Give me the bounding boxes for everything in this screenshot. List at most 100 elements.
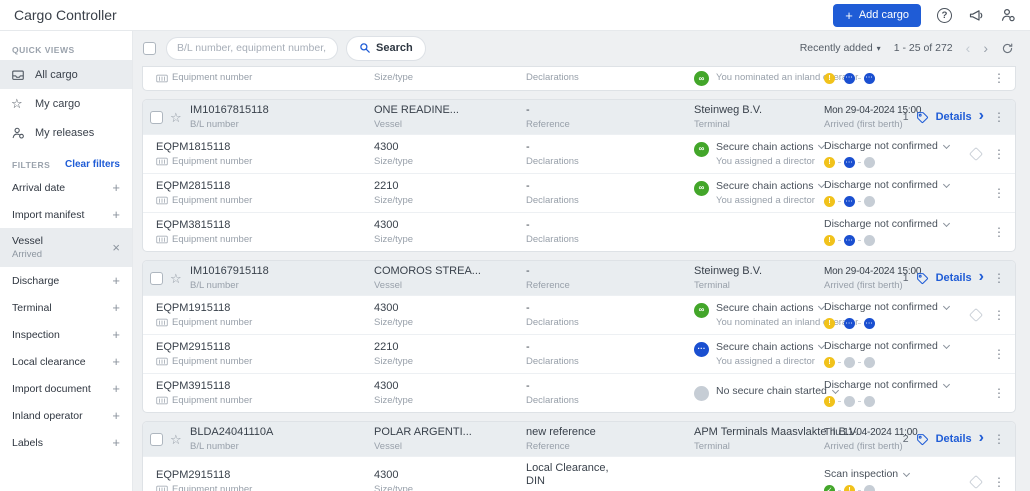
help-icon[interactable]: ?	[937, 8, 952, 23]
group-header-row[interactable]: ☆IM10167915118B/L numberCOMOROS STREA...…	[143, 261, 1015, 295]
refresh-icon[interactable]	[1001, 42, 1014, 55]
filter-import-document[interactable]: Import document+	[0, 375, 132, 402]
filter-vessel[interactable]: VesselArrived×	[0, 228, 132, 267]
announcements-icon[interactable]	[968, 7, 984, 23]
row-checkbox[interactable]	[150, 272, 163, 285]
select-all-checkbox[interactable]	[143, 42, 156, 55]
add-cargo-button[interactable]: + Add cargo	[833, 4, 921, 27]
filter-import-manifest[interactable]: Import manifest+	[0, 201, 132, 228]
details-link[interactable]: Details	[936, 433, 972, 445]
cell-label: Declarations	[526, 395, 694, 407]
equipment-cell: EQPM1915118Equipment number	[156, 302, 374, 329]
status-dropdown[interactable]: Scan inspection	[824, 468, 968, 481]
add-filter-icon[interactable]: +	[112, 382, 120, 395]
equipment-cell: EQPM2915118Equipment number	[156, 469, 374, 491]
add-filter-icon[interactable]: +	[112, 301, 120, 314]
row-menu-button[interactable]: ⋮	[991, 110, 1007, 124]
row-menu-button[interactable]: ⋮	[991, 147, 1007, 161]
add-filter-icon[interactable]: +	[112, 208, 120, 221]
equipment-row: EQPM1915118Equipment number4300Size/type…	[143, 295, 1015, 334]
cell-label: Declarations	[526, 156, 694, 168]
add-filter-icon[interactable]: +	[112, 436, 120, 449]
row-checkbox[interactable]	[150, 433, 163, 446]
filter-inspection[interactable]: Inspection+	[0, 321, 132, 348]
star-icon[interactable]: ☆	[170, 111, 182, 124]
row-menu-button[interactable]: ⋮	[991, 71, 1007, 85]
search-button[interactable]: Search	[346, 36, 426, 61]
open-group-chevron[interactable]: ›	[979, 108, 984, 124]
status-dropdown[interactable]: Discharge not confirmed	[824, 140, 968, 153]
status-dropdown[interactable]: Discharge not confirmed	[824, 218, 991, 231]
row-menu-button[interactable]: ⋮	[991, 225, 1007, 239]
add-filter-icon[interactable]: +	[112, 355, 120, 368]
next-page-button[interactable]: ›	[983, 41, 988, 55]
filter-discharge[interactable]: Discharge +	[0, 267, 132, 294]
sidebar-item-my-releases[interactable]: My releases	[0, 118, 132, 147]
cell-label: Declarations	[526, 195, 694, 207]
row-menu-button[interactable]: ⋮	[991, 432, 1007, 446]
remove-filter-icon[interactable]: ×	[112, 241, 120, 254]
status-dropdown[interactable]: Discharge not confirmed	[824, 179, 991, 192]
add-filter-icon[interactable]: +	[112, 181, 120, 194]
filter-arrival-date[interactable]: Arrival date +	[0, 174, 132, 201]
status-dropdown[interactable]: Discharge not confirmed	[824, 301, 968, 314]
cell-label: Arrived (first berth)	[824, 119, 903, 131]
cargo-list: Equipment numberSize/typeDeclarations∞Yo…	[133, 65, 1030, 491]
secure-chain-dropdown[interactable]: No secure chain started	[716, 385, 838, 398]
status-dropdown[interactable]: Discharge not confirmed	[824, 379, 991, 392]
star-icon[interactable]: ☆	[170, 433, 182, 446]
secure-chain-cell: No secure chain started	[694, 385, 824, 401]
pagination-range: 1 - 25 of 272	[894, 42, 953, 54]
details-link[interactable]: Details	[936, 111, 972, 123]
filter-local-clearance[interactable]: Local clearance+	[0, 348, 132, 375]
discharge-status-cell: Discharge not confirmed !···	[824, 179, 991, 207]
filter-labels[interactable]: Labels+	[0, 429, 132, 456]
badge-separator	[838, 323, 841, 324]
prev-page-button[interactable]: ‹	[966, 41, 971, 55]
cell-value: EQPM2915118	[156, 469, 374, 482]
row-select: ☆	[150, 433, 190, 446]
bl-number-cell: BLDA24041110AB/L number	[190, 426, 374, 453]
filter-text: Discharge	[12, 275, 59, 287]
row-actions: ⋮	[991, 347, 1007, 361]
secure-chain-dropdown[interactable]: Secure chain actions	[716, 180, 824, 193]
status-dropdown[interactable]: Discharge not confirmed	[824, 340, 991, 353]
clear-filters-link[interactable]: Clear filters	[65, 159, 120, 170]
row-menu-button[interactable]: ⋮	[991, 271, 1007, 285]
gray-status-badge	[844, 396, 855, 407]
row-menu-button[interactable]: ⋮	[991, 186, 1007, 200]
discharge-status-cell: Scan inspection✓!	[824, 468, 968, 491]
row-menu-button[interactable]: ⋮	[991, 308, 1007, 322]
details-link[interactable]: Details	[936, 272, 972, 284]
open-group-chevron[interactable]: ›	[979, 430, 984, 446]
group-header-row[interactable]: ☆IM10167815118B/L numberONE READINE...Ve…	[143, 100, 1015, 134]
cell-label: Size/type	[374, 484, 526, 491]
row-actions: ⋮	[991, 386, 1007, 400]
equipment-row: EQPM2915118Equipment number2210Size/type…	[143, 334, 1015, 373]
filter-label: Arrival date	[12, 182, 65, 194]
add-filter-icon[interactable]: +	[112, 274, 120, 287]
cell-value: 4300	[374, 380, 526, 393]
row-menu-button[interactable]: ⋮	[991, 386, 1007, 400]
group-header-row[interactable]: ☆BLDA24041110AB/L numberPOLAR ARGENTI...…	[143, 422, 1015, 456]
sort-dropdown[interactable]: Recently added ▾	[800, 42, 881, 54]
secure-chain-dropdown[interactable]: Secure chain actions	[716, 341, 824, 354]
row-select: ☆	[150, 272, 190, 285]
row-menu-button[interactable]: ⋮	[991, 475, 1007, 489]
add-filter-icon[interactable]: +	[112, 409, 120, 422]
add-filter-icon[interactable]: +	[112, 328, 120, 341]
account-icon[interactable]	[1000, 7, 1016, 23]
open-group-chevron[interactable]: ›	[979, 269, 984, 285]
search-input[interactable]	[166, 37, 338, 60]
filter-inland-operator[interactable]: Inland operator+	[0, 402, 132, 429]
star-icon[interactable]: ☆	[170, 272, 182, 285]
row-menu-button[interactable]: ⋮	[991, 347, 1007, 361]
filter-terminal[interactable]: Terminal+	[0, 294, 132, 321]
cell-value: 2210	[374, 180, 526, 193]
secure-chain-dropdown[interactable]: Secure chain actions	[716, 141, 824, 154]
sidebar-item-my-cargo[interactable]: ☆ My cargo	[0, 89, 132, 118]
sidebar-item-all-cargo[interactable]: All cargo	[0, 60, 132, 89]
row-checkbox[interactable]	[150, 111, 163, 124]
cell-label: Terminal	[694, 119, 824, 131]
status-badges: !···	[824, 196, 991, 207]
